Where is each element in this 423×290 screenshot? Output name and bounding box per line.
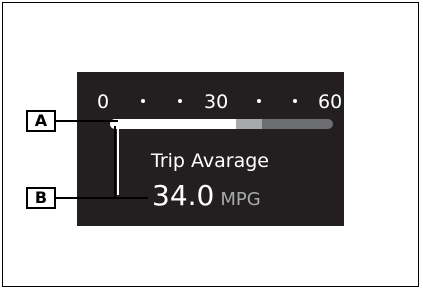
fuel-economy-bar [110,119,333,129]
scale-label-0: 0 [97,91,110,113]
trip-average-unit: MPG [220,189,261,210]
scale-label-60: 60 [318,91,343,113]
callout-b-leader [56,197,148,199]
callout-b-leader-outline [117,126,119,195]
callout-b-leader-vertical [114,126,116,198]
callout-b: B [26,187,56,209]
callout-a-leader [56,120,118,122]
scale-dot [178,99,182,103]
scale-dot [141,99,145,103]
scale-dot [257,99,261,103]
scale-dot [293,99,297,103]
scale-label-30: 30 [204,91,229,113]
callout-a: A [26,110,56,132]
trip-average-label: Trip Avarage [151,150,269,172]
trip-average-value: 34.0 [152,179,215,212]
fuel-economy-bar-fill [110,119,237,129]
trip-average-reading: 34.0 MPG [152,180,261,216]
